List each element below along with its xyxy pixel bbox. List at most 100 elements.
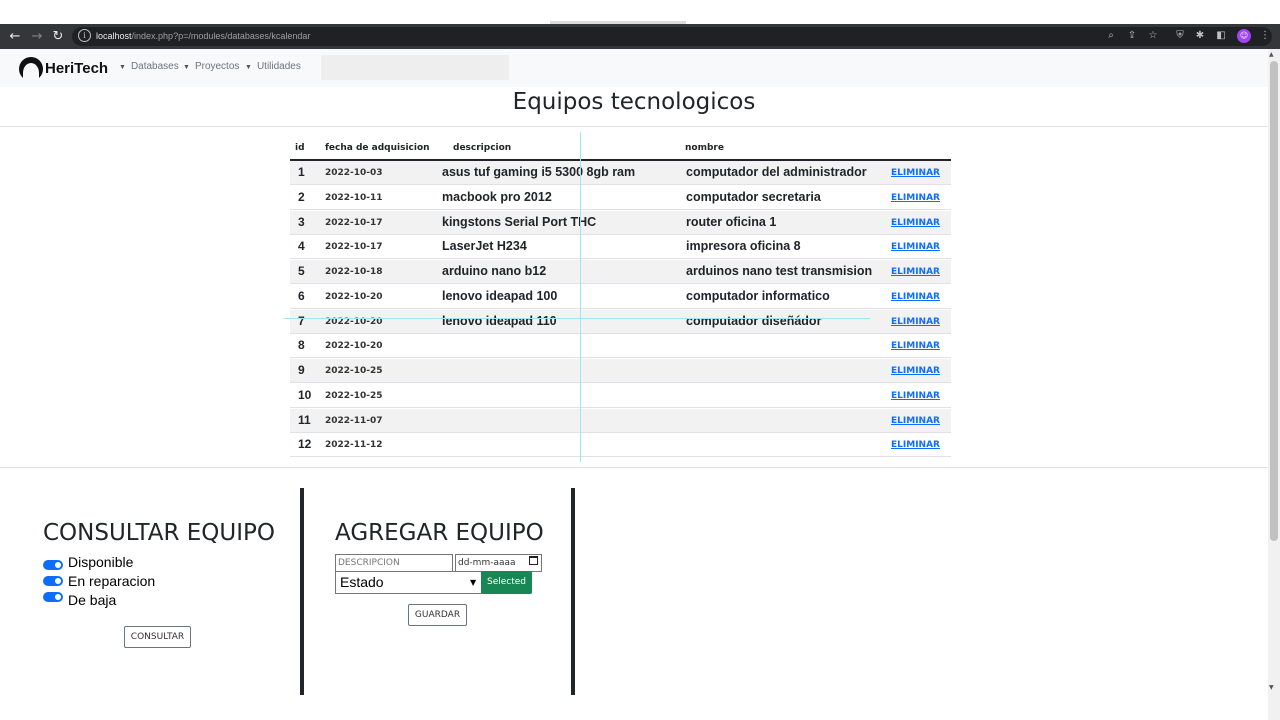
delete-link[interactable]: ELIMINAR	[891, 292, 940, 302]
table-row: 10 2022-10-25 ELIMINAR	[290, 384, 951, 408]
cell-id: 11	[298, 413, 311, 427]
cell-id: 9	[298, 363, 305, 377]
toggle-label: De baja	[68, 592, 117, 608]
share-icon[interactable]: ⇪	[1125, 29, 1139, 43]
cell-description: macbook pro 2012	[442, 190, 552, 204]
cell-description: LaserJet H234	[442, 239, 527, 253]
cell-name: arduinos nano test transmision	[686, 264, 873, 278]
scroll-up-icon[interactable]: ▲	[1269, 51, 1274, 58]
cell-id: 8	[298, 338, 305, 352]
consultar-title: CONSULTAR EQUIPO	[43, 520, 275, 546]
selected-button[interactable]: Selected	[481, 571, 532, 594]
cell-name: computador informatico	[686, 289, 830, 303]
table-row: 12 2022-11-12 ELIMINAR	[290, 433, 951, 457]
cell-name: computador secretaria	[686, 190, 821, 204]
delete-link[interactable]: ELIMINAR	[891, 267, 940, 277]
zoom-icon[interactable]: ⌕	[1104, 29, 1118, 43]
estado-select[interactable]: Estado	[335, 571, 482, 594]
ruler-guide-vertical	[580, 132, 581, 462]
forward-icon[interactable]: →	[28, 28, 46, 46]
reload-icon[interactable]: ↻	[49, 28, 67, 46]
table-row: 3 2022-10-17 kingstons Serial Port THC r…	[290, 211, 951, 235]
menu-utilidades[interactable]: ▼ Utilidades	[245, 61, 301, 72]
cell-date: 2022-10-25	[325, 391, 383, 401]
header-descripcion: descripcion	[453, 143, 512, 153]
shield-extension-icon[interactable]: ⛨	[1173, 29, 1187, 43]
puzzle-extensions-icon[interactable]: ✱	[1193, 29, 1207, 43]
table-row: 6 2022-10-20 lenovo ideapad 100 computad…	[290, 285, 951, 309]
guardar-button[interactable]: GUARDAR	[408, 604, 467, 626]
cell-date: 2022-11-07	[325, 416, 383, 426]
header-fecha: fecha de adquisicion	[325, 143, 430, 153]
header-nombre: nombre	[685, 143, 724, 153]
toggle-disponible[interactable]	[43, 560, 63, 570]
toggle-label: En reparacion	[68, 573, 156, 589]
toggle-label: Disponible	[68, 554, 134, 570]
ruler-guide-horizontal	[284, 318, 870, 319]
delete-link[interactable]: ELIMINAR	[891, 341, 940, 351]
cell-name: router oficina 1	[686, 215, 777, 229]
calendar-icon[interactable]	[529, 556, 538, 565]
cell-id: 12	[298, 437, 312, 451]
table-row: 1 2022-10-03 asus tuf gaming i5 5300 8gb…	[290, 161, 951, 185]
cell-id: 4	[298, 239, 305, 253]
cell-id: 7	[298, 314, 305, 328]
delete-link[interactable]: ELIMINAR	[891, 218, 940, 228]
cell-id: 10	[298, 388, 312, 402]
cell-id: 3	[298, 215, 305, 229]
bookmark-star-icon[interactable]: ☆	[1146, 29, 1160, 43]
cell-id: 6	[298, 289, 305, 303]
consultar-button[interactable]: CONSULTAR	[124, 626, 191, 648]
toggle-en-reparacion[interactable]	[43, 576, 63, 586]
delete-link[interactable]: ELIMINAR	[891, 366, 940, 376]
delete-link[interactable]: ELIMINAR	[891, 168, 940, 178]
cell-description: kingstons Serial Port THC	[442, 215, 597, 229]
brand-name[interactable]: HeriTech	[45, 60, 108, 77]
navbar-search-input[interactable]	[321, 55, 509, 80]
delete-link[interactable]: ELIMINAR	[891, 416, 940, 426]
side-panel-icon[interactable]: ◧	[1214, 29, 1228, 43]
table-row: 11 2022-11-07 ELIMINAR	[290, 409, 951, 433]
kebab-menu-icon[interactable]: ⋮	[1258, 29, 1272, 43]
table-row: 9 2022-10-25 ELIMINAR	[290, 359, 951, 383]
table-row: 5 2022-10-18 arduino nano b12 arduinos n…	[290, 260, 951, 284]
cell-name: computador diseñádor	[686, 314, 822, 328]
cell-date: 2022-10-25	[325, 366, 383, 376]
caret-down-icon: ▼	[119, 64, 126, 71]
browser-toolbar: ← → ↻ i localhost/index.php?p=/modules/d…	[0, 24, 1280, 49]
table-row: 7 2022-10-20 lenovo ideapad 110 computad…	[290, 310, 951, 334]
site-info-icon[interactable]: i	[78, 29, 91, 42]
cell-name: impresora oficina 8	[686, 239, 801, 253]
delete-link[interactable]: ELIMINAR	[891, 242, 940, 252]
url-text[interactable]: localhost/index.php?p=/modules/databases…	[96, 29, 310, 43]
agregar-title: AGREGAR EQUIPO	[335, 520, 544, 546]
brand-logo-icon[interactable]	[19, 57, 43, 83]
divider-bottom	[0, 467, 1268, 468]
column-divider	[300, 488, 304, 695]
delete-link[interactable]: ELIMINAR	[891, 317, 940, 327]
delete-link[interactable]: ELIMINAR	[891, 440, 940, 450]
delete-link[interactable]: ELIMINAR	[891, 193, 940, 203]
cell-date: 2022-11-12	[325, 440, 383, 450]
cell-id: 1	[298, 165, 305, 179]
cell-date: 2022-10-17	[325, 218, 383, 228]
cell-description: lenovo ideapad 100	[442, 289, 558, 303]
chevron-down-icon: ▼	[470, 578, 477, 587]
cell-description: lenovo ideapad 110	[442, 314, 557, 328]
toggle-de-baja[interactable]	[43, 592, 63, 602]
page-title: Equipos tecnologicos	[512, 89, 756, 115]
scroll-down-icon[interactable]: ▼	[1269, 684, 1274, 691]
table-row: 2 2022-10-11 macbook pro 2012 computador…	[290, 186, 951, 210]
table-row: 4 2022-10-17 LaserJet H234 impresora ofi…	[290, 235, 951, 259]
header-id: id	[295, 143, 305, 153]
back-icon[interactable]: ←	[6, 28, 24, 46]
cell-date: 2022-10-20	[325, 292, 383, 302]
profile-avatar[interactable]: ☺	[1237, 29, 1251, 43]
menu-databases[interactable]: ▼ Databases	[119, 61, 179, 72]
scrollbar-thumb[interactable]	[1270, 61, 1278, 541]
delete-link[interactable]: ELIMINAR	[891, 391, 940, 401]
description-input[interactable]: DESCRIPCION	[335, 554, 453, 572]
divider-top	[0, 126, 1268, 127]
column-divider	[571, 488, 575, 695]
menu-proyectos[interactable]: ▼ Proyectos	[183, 61, 239, 72]
